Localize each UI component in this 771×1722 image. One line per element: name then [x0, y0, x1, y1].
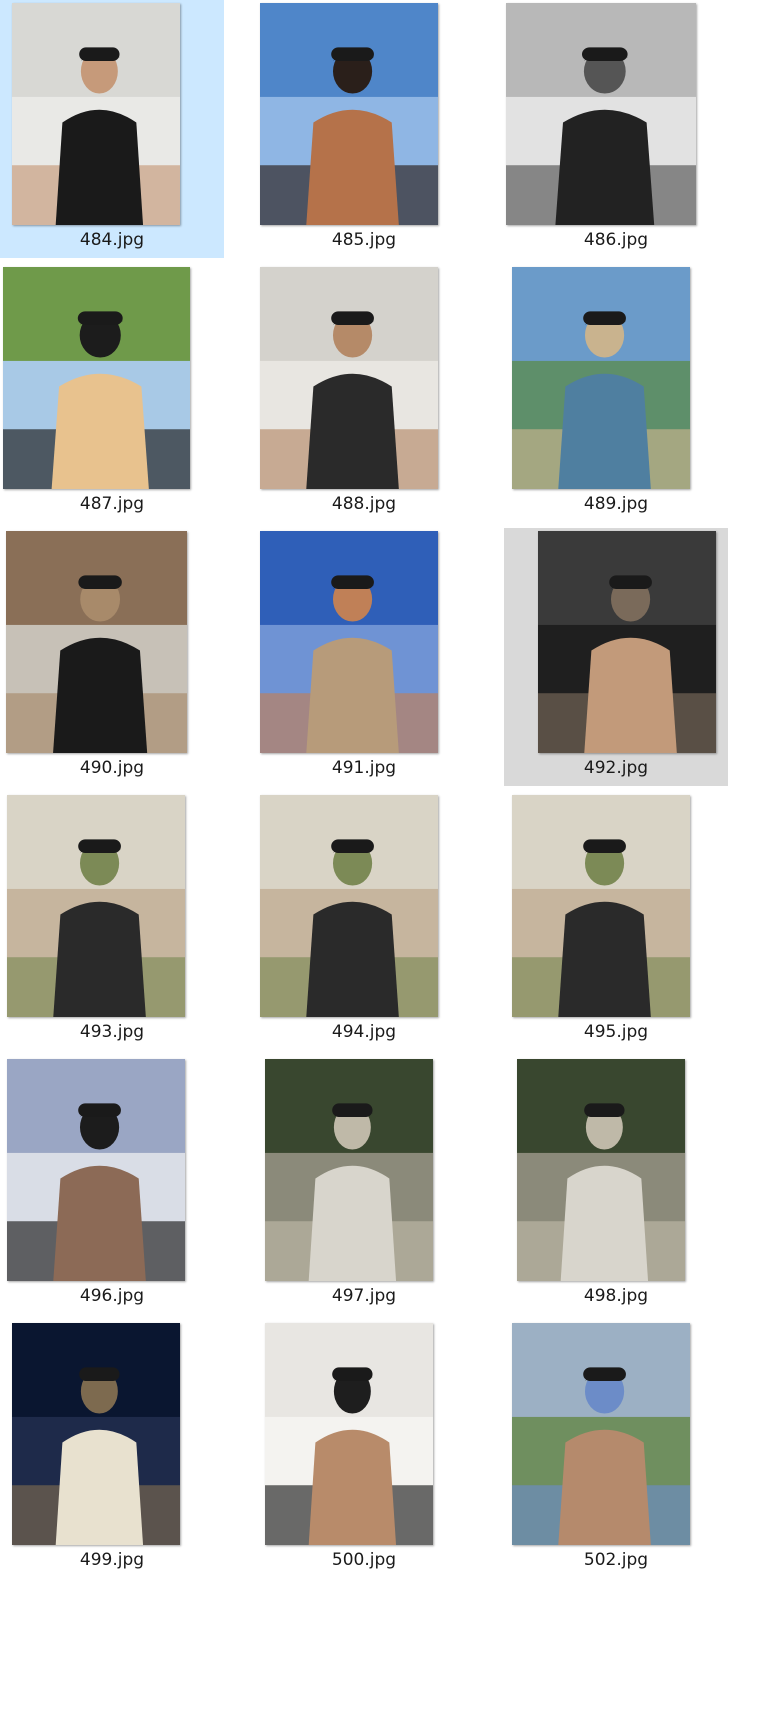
file-item[interactable]: 498.jpg: [504, 1056, 728, 1314]
file-name-label: 491.jpg: [331, 758, 397, 778]
image-thumbnail[interactable]: [512, 795, 690, 1017]
file-name-label: 484.jpg: [79, 230, 145, 250]
image-thumbnail[interactable]: [512, 267, 690, 489]
image-thumbnail[interactable]: [517, 1059, 685, 1281]
file-item[interactable]: 485.jpg: [252, 0, 476, 258]
image-thumbnail[interactable]: [260, 795, 438, 1017]
image-thumbnail[interactable]: [6, 531, 187, 753]
file-item[interactable]: 502.jpg: [504, 1320, 728, 1578]
file-name-label: 485.jpg: [331, 230, 397, 250]
file-name-label: 490.jpg: [79, 758, 145, 778]
file-item[interactable]: 494.jpg: [252, 792, 476, 1050]
file-item[interactable]: 493.jpg: [0, 792, 224, 1050]
image-thumbnail[interactable]: [260, 267, 438, 489]
file-name-label: 493.jpg: [79, 1022, 145, 1042]
image-thumbnail[interactable]: [7, 795, 185, 1017]
file-item[interactable]: 488.jpg: [252, 264, 476, 522]
image-thumbnail[interactable]: [260, 531, 438, 753]
file-item[interactable]: 500.jpg: [252, 1320, 476, 1578]
image-thumbnail[interactable]: [265, 1323, 433, 1545]
file-name-label: 497.jpg: [331, 1286, 397, 1306]
image-thumbnail[interactable]: [506, 3, 696, 225]
file-item[interactable]: 497.jpg: [252, 1056, 476, 1314]
file-item[interactable]: 496.jpg: [0, 1056, 224, 1314]
file-item[interactable]: 487.jpg: [0, 264, 224, 522]
file-name-label: 486.jpg: [583, 230, 649, 250]
file-name-label: 496.jpg: [79, 1286, 145, 1306]
file-item[interactable]: 489.jpg: [504, 264, 728, 522]
file-name-label: 500.jpg: [331, 1550, 397, 1570]
file-name-label: 498.jpg: [583, 1286, 649, 1306]
file-item[interactable]: 484.jpg: [0, 0, 224, 258]
file-name-label: 502.jpg: [583, 1550, 649, 1570]
file-item[interactable]: 491.jpg: [252, 528, 476, 786]
file-item[interactable]: 486.jpg: [504, 0, 728, 258]
file-name-label: 494.jpg: [331, 1022, 397, 1042]
file-item[interactable]: 492.jpg: [504, 528, 728, 786]
file-name-label: 495.jpg: [583, 1022, 649, 1042]
file-name-label: 499.jpg: [79, 1550, 145, 1570]
image-thumbnail[interactable]: [12, 3, 180, 225]
file-name-label: 487.jpg: [79, 494, 145, 514]
image-thumbnail[interactable]: [7, 1059, 185, 1281]
image-thumbnail[interactable]: [12, 1323, 180, 1545]
file-name-label: 489.jpg: [583, 494, 649, 514]
image-thumbnail[interactable]: [265, 1059, 433, 1281]
file-name-label: 488.jpg: [331, 494, 397, 514]
image-thumbnail[interactable]: [260, 3, 438, 225]
file-item[interactable]: 495.jpg: [504, 792, 728, 1050]
image-thumbnail[interactable]: [512, 1323, 690, 1545]
image-thumbnail[interactable]: [3, 267, 190, 489]
file-name-label: 492.jpg: [583, 758, 649, 778]
file-item[interactable]: 490.jpg: [0, 528, 224, 786]
image-thumbnail[interactable]: [538, 531, 716, 753]
file-item[interactable]: 499.jpg: [0, 1320, 224, 1578]
